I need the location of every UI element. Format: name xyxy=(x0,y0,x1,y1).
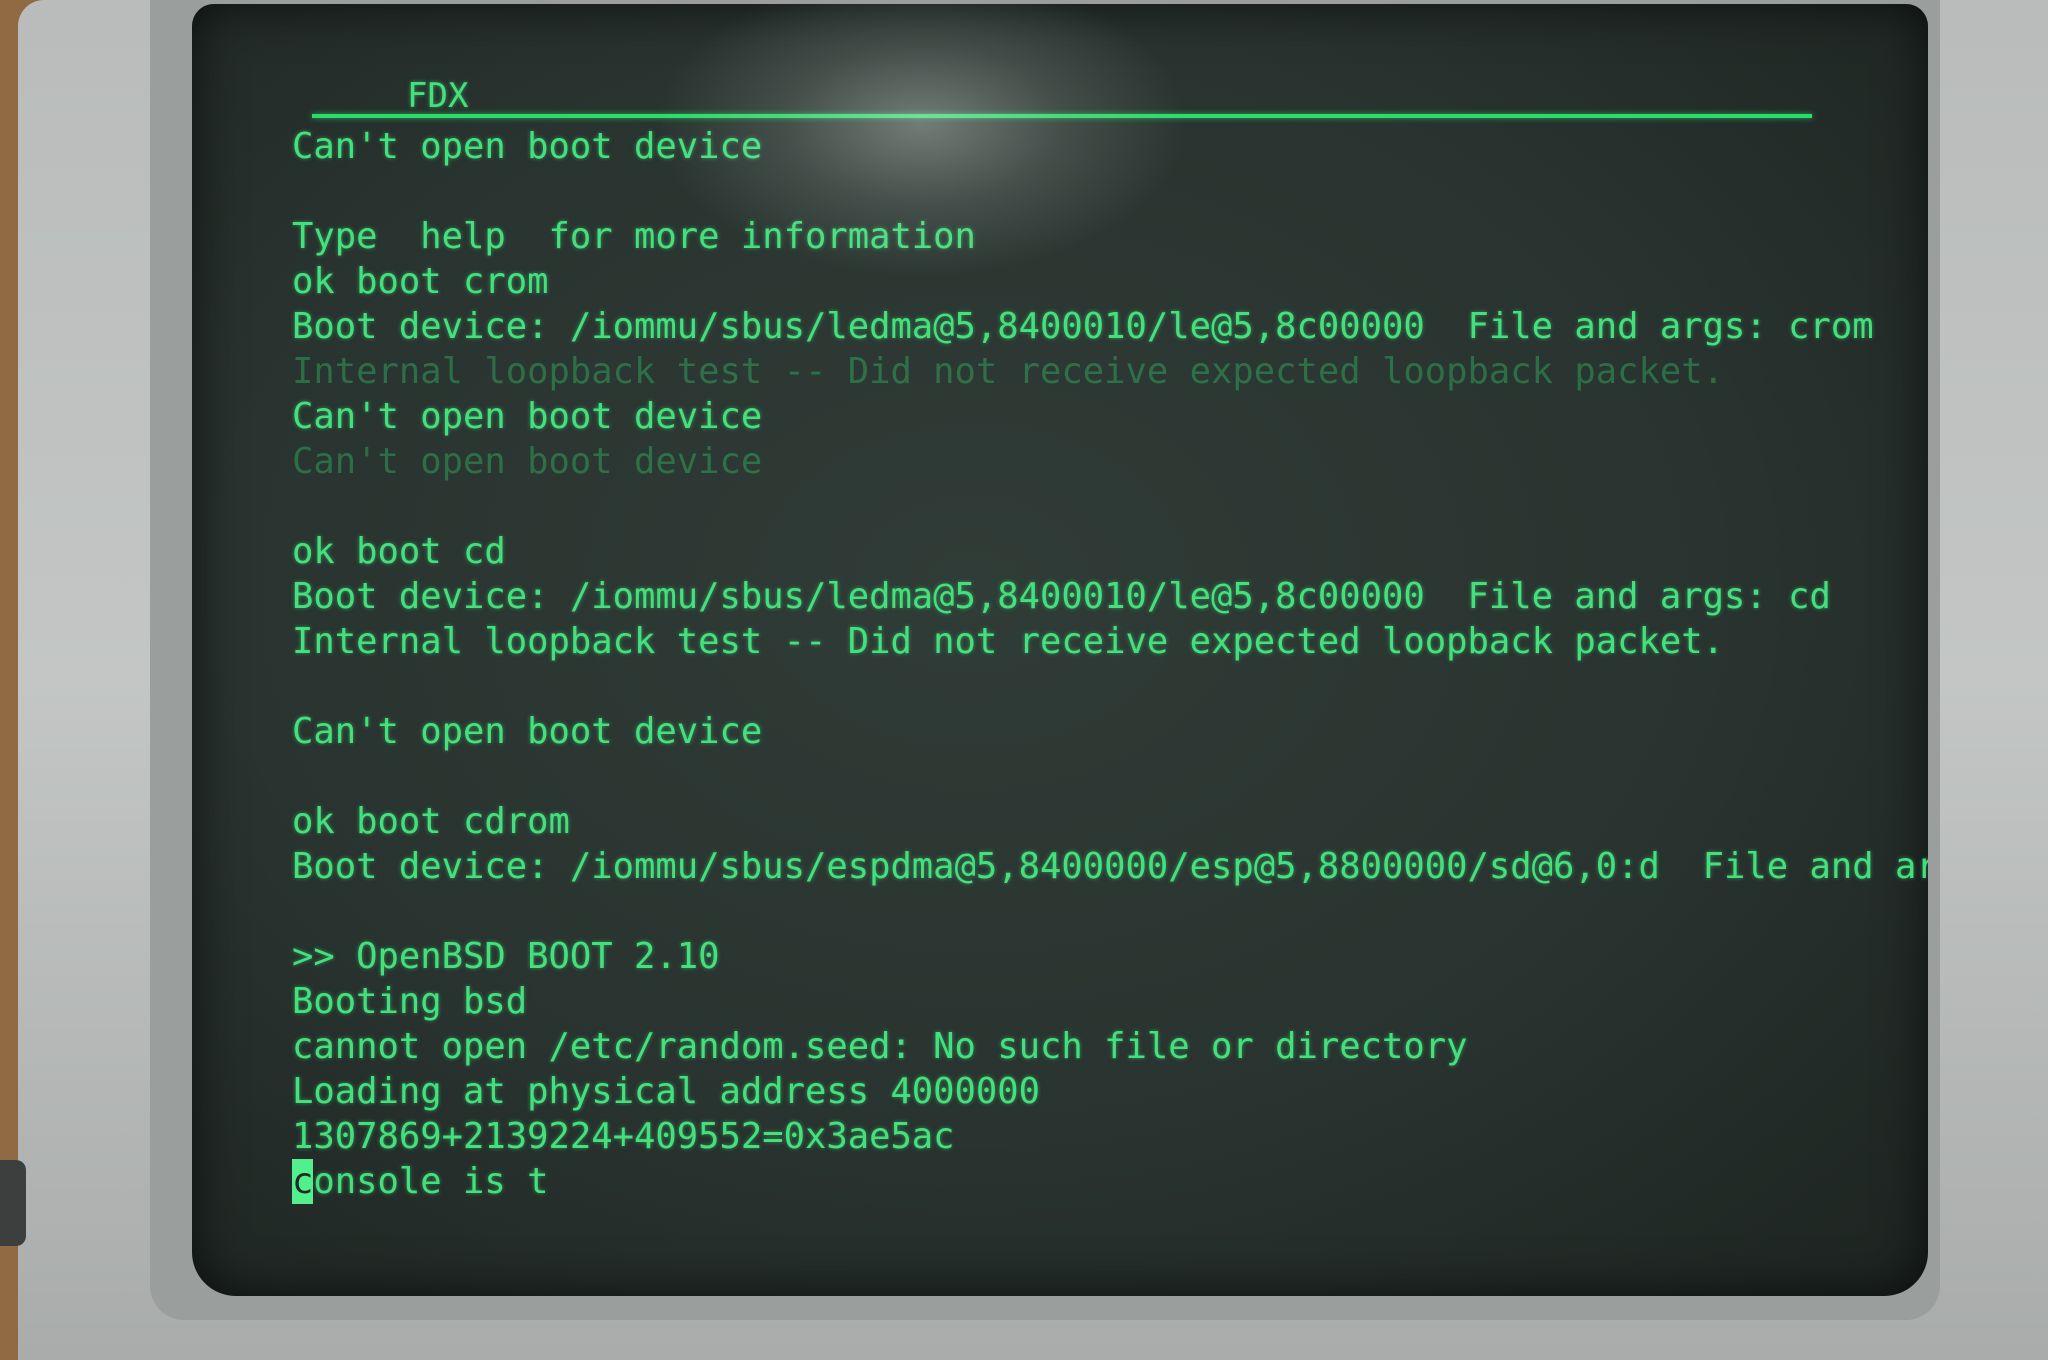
terminal-line: Loading at physical address 4000000 xyxy=(292,1071,1041,1112)
crt-screen: FDX Can't open boot device Type help for … xyxy=(192,4,1928,1296)
terminal-prompt-line[interactable]: console is t xyxy=(292,1159,1892,1204)
terminal-output: Can't open boot device Type help for more… xyxy=(292,124,1928,1204)
duplex-status-label: FDX xyxy=(407,76,469,116)
terminal-line: 1307869+2139224+409552=0x3ae5ac xyxy=(292,1116,955,1157)
terminal-line: Internal loopback test -- Did not receiv… xyxy=(292,351,1724,392)
terminal-line: Can't open boot device xyxy=(292,441,763,482)
terminal-line: >> OpenBSD BOOT 2.10 xyxy=(292,936,720,977)
terminal-line: ok boot cdrom xyxy=(292,801,570,842)
terminal-line: Type help for more information xyxy=(292,216,976,257)
terminal-line: Can't open boot device xyxy=(292,126,763,167)
terminal-line: Can't open boot device xyxy=(292,711,763,752)
terminal-line: cannot open /etc/random.seed: No such fi… xyxy=(292,1026,1468,1067)
terminal-line: Can't open boot device xyxy=(292,396,763,437)
terminal-line-text: onsole is t xyxy=(313,1161,549,1202)
terminal-line: Boot device: /iommu/sbus/espdma@5,840000… xyxy=(292,846,1928,887)
terminal-line: Boot device: /iommu/sbus/ledma@5,8400010… xyxy=(292,306,1874,347)
status-divider xyxy=(312,114,1812,118)
terminal-line: Booting bsd xyxy=(292,981,528,1022)
terminal-line: Boot device: /iommu/sbus/ledma@5,8400010… xyxy=(292,576,1831,617)
terminal-line: ok boot crom xyxy=(292,261,549,302)
text-cursor: c xyxy=(292,1159,314,1204)
terminal-line: ok boot cd xyxy=(292,531,506,572)
terminal-line: Internal loopback test -- Did not receiv… xyxy=(292,621,1724,662)
monitor-knob xyxy=(0,1160,26,1246)
